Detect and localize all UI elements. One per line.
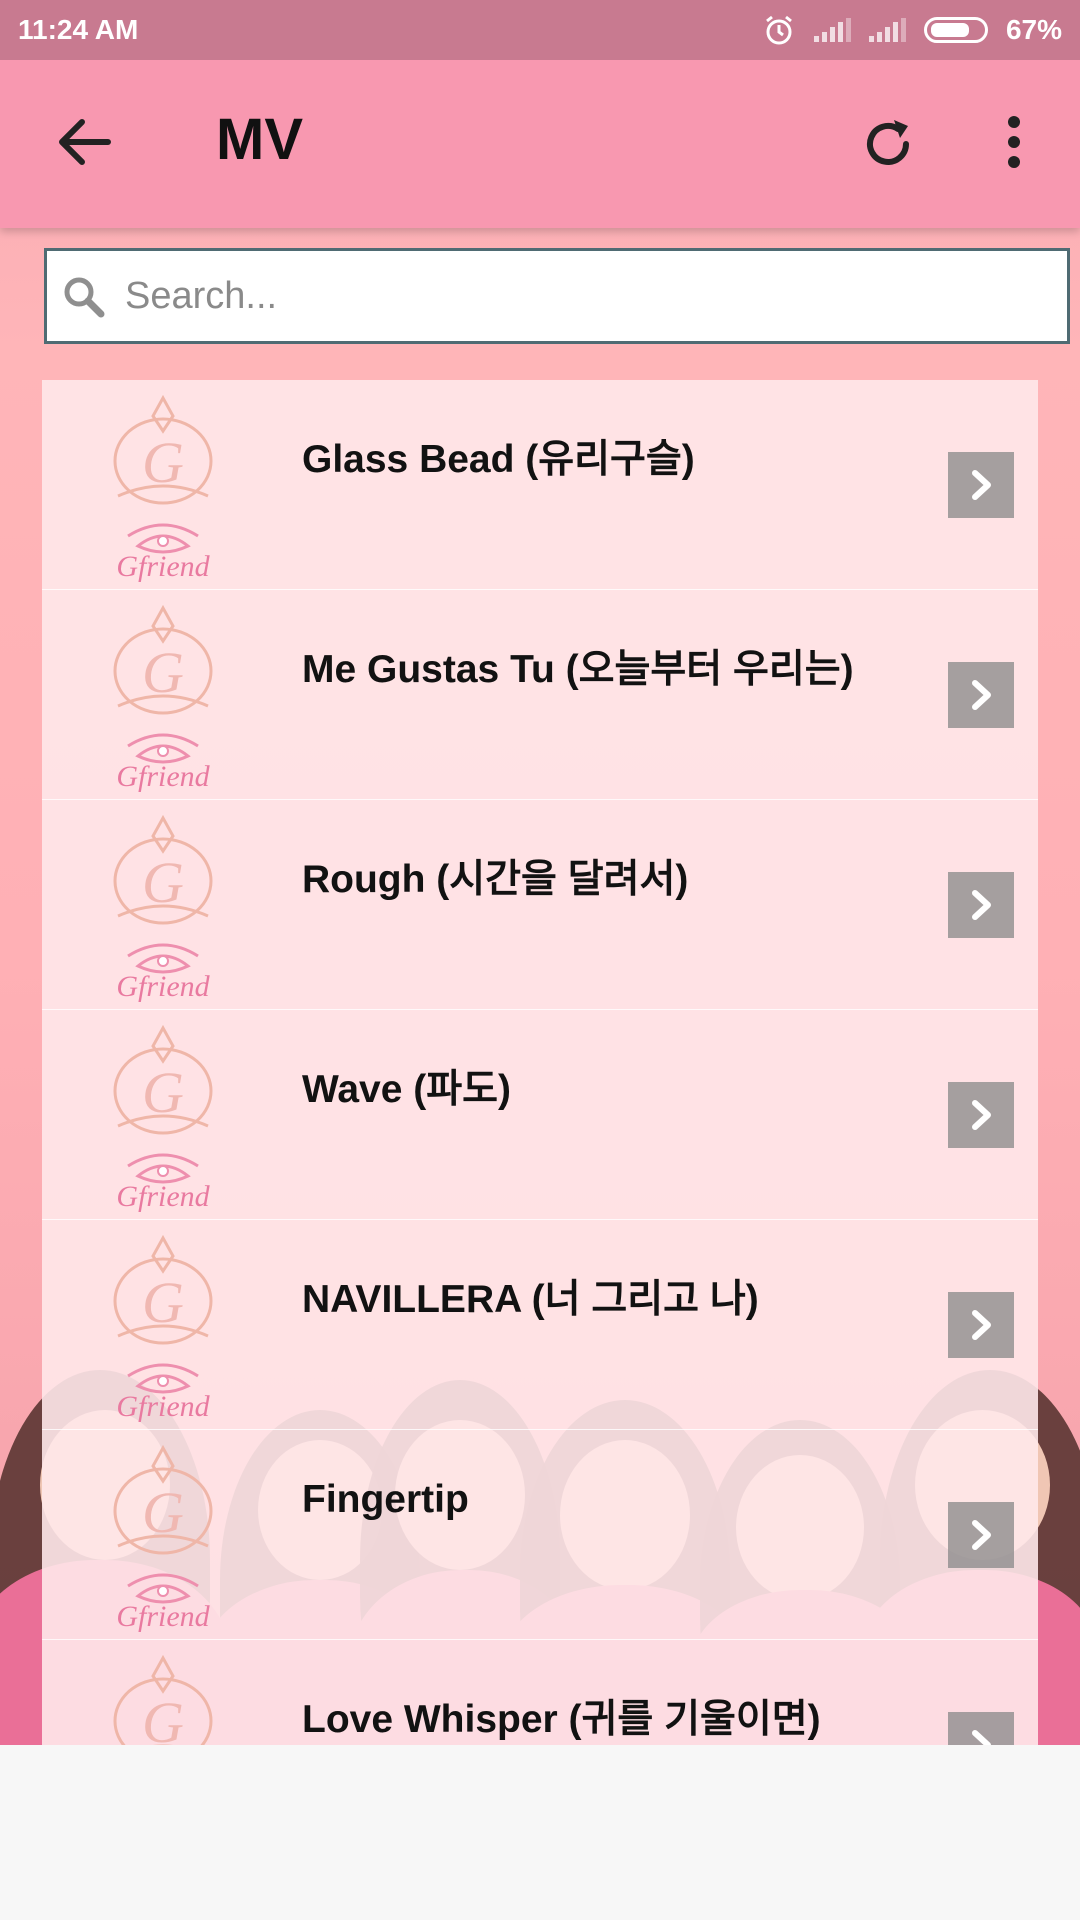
list-item[interactable]: G Gfriend Wave (파도): [42, 1010, 1038, 1220]
alarm-icon: [766, 15, 792, 45]
chevron-right-button[interactable]: [948, 1292, 1014, 1358]
signal-icon: [813, 18, 851, 42]
song-title: Rough (시간을 달려서): [302, 858, 689, 901]
song-title: Wave (파도): [302, 1068, 512, 1111]
list-item[interactable]: G Gfriend Fingertip: [42, 1430, 1038, 1640]
more-vert-icon[interactable]: [996, 112, 1032, 172]
battery-icon: [923, 17, 988, 43]
song-title: NAVILLERA (너 그리고 나): [302, 1278, 759, 1321]
page-title: MV: [216, 107, 303, 172]
svg-text:Gfriend: Gfriend: [116, 550, 210, 582]
chevron-right-icon: [972, 890, 991, 920]
back-arrow-icon[interactable]: [52, 110, 116, 174]
list-item[interactable]: G Gfriend Rough (시간을 달려서): [42, 800, 1038, 1010]
chevron-right-button[interactable]: [948, 452, 1014, 518]
app-bar: MV: [0, 60, 1080, 228]
list-item[interactable]: G Gfriend Me Gustas Tu (오늘부터 우리는): [42, 590, 1038, 800]
gfriend-logo: G Gfriend: [113, 1654, 213, 1745]
svg-text:Gfriend: Gfriend: [116, 970, 210, 1002]
list-item[interactable]: G Gfriend Love Whisper (귀를 기울이면): [42, 1640, 1038, 1745]
gfriend-logo: G Gfriend: [113, 1444, 213, 1632]
svg-text:G: G: [142, 1690, 184, 1745]
svg-text:G: G: [142, 850, 184, 915]
chevron-right-icon: [972, 1520, 991, 1550]
list-item[interactable]: G Gfriend Glass Bead (유리구슬): [42, 380, 1038, 590]
chevron-right-button[interactable]: [948, 1502, 1014, 1568]
chevron-right-icon: [972, 470, 991, 500]
song-title: Me Gustas Tu (오늘부터 우리는): [302, 648, 854, 691]
svg-text:G: G: [142, 640, 184, 705]
song-title: Love Whisper (귀를 기울이면): [302, 1698, 821, 1741]
gfriend-logo: G Gfriend: [113, 604, 213, 792]
status-time: 11:24 AM: [18, 14, 139, 45]
chevron-right-button[interactable]: [948, 872, 1014, 938]
bottom-area: [0, 1745, 1080, 1920]
gfriend-logo: G Gfriend: [113, 814, 213, 1002]
chevron-right-button[interactable]: [948, 662, 1014, 728]
song-title: Glass Bead (유리구슬): [302, 438, 695, 481]
refresh-icon[interactable]: [858, 114, 918, 174]
gfriend-logo: G Gfriend: [113, 394, 213, 582]
chevron-right-button[interactable]: [948, 1712, 1014, 1745]
search-bar: [44, 248, 1070, 344]
chevron-right-icon: [972, 1730, 991, 1745]
chevron-right-icon: [972, 1100, 991, 1130]
gfriend-logo: G Gfriend: [113, 1024, 213, 1212]
chevron-right-icon: [972, 680, 991, 710]
svg-text:Gfriend: Gfriend: [116, 1600, 210, 1632]
svg-text:G: G: [142, 1480, 184, 1545]
svg-text:G: G: [142, 1060, 184, 1125]
battery-percent: 67%: [1005, 14, 1062, 45]
search-input[interactable]: [123, 273, 1067, 319]
mv-list: G Gfriend Glass Bead (유리구슬) G Gfriend Me…: [42, 380, 1038, 1745]
gfriend-logo: G Gfriend: [113, 1234, 213, 1422]
song-title: Fingertip: [302, 1478, 469, 1521]
status-bar: 11:24 AM 67%: [0, 0, 1080, 60]
chevron-right-button[interactable]: [948, 1082, 1014, 1148]
chevron-right-icon: [972, 1310, 991, 1340]
list-item[interactable]: G Gfriend NAVILLERA (너 그리고 나): [42, 1220, 1038, 1430]
svg-text:Gfriend: Gfriend: [116, 1180, 210, 1212]
svg-text:Gfriend: Gfriend: [116, 1390, 210, 1422]
svg-text:G: G: [142, 1270, 184, 1335]
svg-text:G: G: [142, 430, 184, 495]
status-icons: 67%: [762, 13, 1062, 47]
search-icon: [64, 277, 105, 318]
signal-icon: [868, 18, 906, 42]
svg-text:Gfriend: Gfriend: [116, 760, 210, 792]
